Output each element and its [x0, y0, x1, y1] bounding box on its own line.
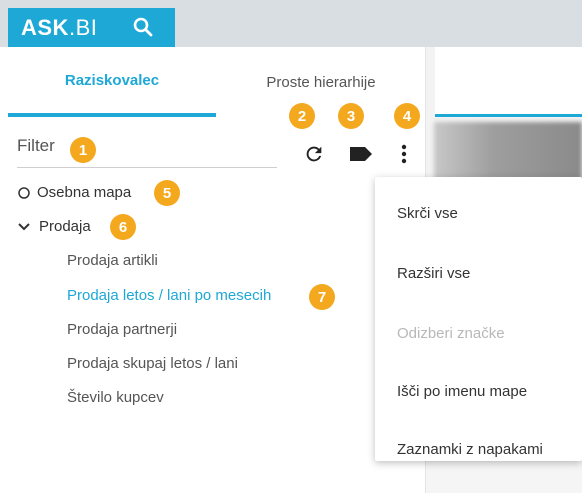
- content-header: [435, 47, 582, 117]
- badge-2: 2: [289, 103, 315, 129]
- badge-4: 4: [394, 103, 420, 129]
- tree-child-prodaja-letos-lani-po-mesecih[interactable]: Prodaja letos / lani po mesecih: [67, 287, 271, 304]
- context-menu: Skrči vse Razširi vse Odizberi značke Iš…: [375, 177, 582, 461]
- badge-3: 3: [338, 103, 364, 129]
- tab-raziskovalec[interactable]: Raziskovalec: [8, 47, 216, 117]
- badge-6: 6: [110, 214, 136, 240]
- content-preview: [434, 122, 582, 180]
- badge-5: 5: [154, 180, 180, 206]
- search-icon[interactable]: [132, 16, 154, 38]
- tree-item-label: Osebna mapa: [37, 184, 132, 201]
- menu-item-deselect-tags: Odizberi značke: [397, 325, 505, 342]
- tag-icon[interactable]: [347, 142, 375, 166]
- panel-tabs: Raziskovalec Proste hierarhije: [8, 47, 426, 117]
- refresh-icon[interactable]: [302, 142, 326, 166]
- tree-item-label: Prodaja: [39, 218, 91, 235]
- chevron-down-icon: [18, 222, 30, 230]
- tree-item-prodaja[interactable]: Prodaja: [17, 218, 91, 235]
- circle-outline-icon: [18, 186, 30, 199]
- tree-child-prodaja-artikli[interactable]: Prodaja artikli: [67, 252, 158, 269]
- menu-item-bookmarks-with-errors[interactable]: Zaznamki z napakami: [397, 441, 543, 458]
- filter-input[interactable]: Filter: [17, 136, 55, 156]
- menu-item-search-by-folder-name[interactable]: Išči po imenu mape: [397, 383, 527, 400]
- menu-item-expand-all[interactable]: Razširi vse: [397, 265, 470, 282]
- tree-child-prodaja-skupaj-letos-lani[interactable]: Prodaja skupaj letos / lani: [67, 355, 238, 372]
- filter-underline: [17, 167, 277, 168]
- tree-item-osebna-mapa[interactable]: Osebna mapa: [17, 184, 131, 201]
- tree-child-stevilo-kupcev[interactable]: Število kupcev: [67, 389, 164, 406]
- badge-7: 7: [309, 284, 335, 310]
- app-logo: ASK.BI: [21, 14, 98, 40]
- tree-child-prodaja-partnerji[interactable]: Prodaja partnerji: [67, 321, 177, 338]
- badge-1: 1: [70, 137, 96, 163]
- menu-item-collapse-all[interactable]: Skrči vse: [397, 205, 458, 222]
- tab-proste-hierarhije[interactable]: Proste hierarhije: [216, 47, 426, 117]
- more-vertical-icon[interactable]: [392, 142, 416, 166]
- brand-header: ASK.BI: [8, 8, 175, 47]
